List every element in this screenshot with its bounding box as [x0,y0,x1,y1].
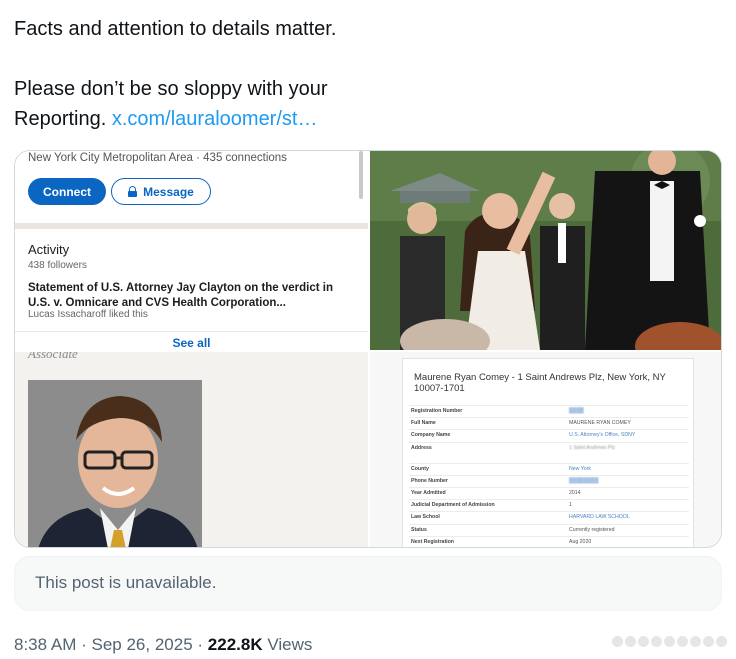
linkedin-location: New York City Metropolitan Area [28,152,193,164]
table-row: Address 1 Saint Andrews Plz [409,441,689,463]
row-label: Status [411,526,427,533]
lock-icon [128,186,138,197]
divider [15,223,368,229]
table-row: Law School HARVARD LAW SCHOOL [409,511,689,523]
row-value: HARVARD LAW SCHOOL [569,514,630,521]
row-value: 1 [569,502,572,509]
linkedin-location-line: New York City Metropolitan Area · 435 co… [28,152,287,164]
table-row: Company Name U.S. Attorney's Office, SDNY [409,429,689,441]
post-line-2: Please don’t be so sloppy with your [14,78,328,100]
record-table: Registration Number ████ Full Name MAURENE… [409,405,689,547]
followers-count: 438 followers [28,260,87,271]
row-label: Phone Number [411,477,448,484]
liked-by-text: Lucas Issacharoff liked this [28,309,148,320]
message-button: Message [111,178,211,205]
row-label: Company Name [411,432,451,439]
row-value: New York [569,465,591,472]
headshot-image[interactable]: Associate [15,352,368,547]
row-label: Registration Number [411,408,463,414]
row-value: MAURENE RYAN COMEY [569,420,631,427]
post-time[interactable]: 8:38 AM [14,635,76,654]
row-label: Next Registration [411,538,454,545]
table-row: Phone Number ████████ [409,474,689,487]
row-value: Currently registered [569,526,615,533]
divider [15,331,368,332]
row-value: Aug 2020 [569,538,592,545]
row-label: Full Name [411,420,436,427]
post-meta: 8:38 AM · Sep 26, 2025 · 222.8K Views [14,635,312,655]
wedding-photo-illustration [370,151,721,350]
media-grid[interactable]: New York City Metropolitan Area · 435 co… [14,150,722,548]
table-row: County New York [409,462,689,475]
views-count: 222.8K [207,635,263,654]
table-row: Status Currently registered [409,523,689,536]
table-row: Next Registration Aug 2020 [409,535,689,547]
headshot-illustration [28,380,202,547]
connect-button: Connect [28,178,106,205]
post-line-3-prefix: Reporting. [14,108,112,130]
unavailable-text: This post is unavailable. [35,573,217,592]
table-row: Year Admitted 2014 [409,486,689,499]
row-value: 2014 [569,489,581,496]
caption-text: Associate [28,352,78,361]
row-value: U.S. Attorney's Office, SDNY [569,432,636,439]
linkedin-profile-image[interactable]: New York City Metropolitan Area · 435 co… [15,151,368,350]
post-line-3: Reporting. x.com/lauraloomer/st… [14,104,714,134]
row-label: County [411,465,429,472]
message-label: Message [143,184,194,199]
row-label: Address [411,444,432,451]
blurred-watermark [612,630,728,652]
wedding-photo[interactable] [370,151,721,350]
row-value: 1 Saint Andrews Plz [569,444,616,451]
scrollbar [359,151,363,199]
row-value: ████████ [569,477,599,484]
activity-post-title: Statement of U.S. Attorney Jay Clayton o… [28,282,334,309]
table-row: Registration Number ████ [409,405,689,417]
views-label: Views [267,635,313,654]
row-label: Year Admitted [411,489,446,496]
row-label: Judicial Department of Admission [411,502,495,509]
table-row: Full Name MAURENE RYAN COMEY [409,417,689,429]
record-card: Maurene Ryan Comey - 1 Saint Andrews Plz… [402,358,694,547]
dot-separator: · [197,635,208,654]
row-label: Law School [411,514,440,521]
activity-heading: Activity [28,242,70,257]
headshot-photo [28,380,202,547]
row-value: ████ [569,408,584,414]
dot-separator: · [81,635,92,654]
unavailable-quote-card[interactable]: This post is unavailable. [14,556,722,611]
post-text: Facts and attention to details matter. P… [14,14,714,134]
post-link[interactable]: x.com/lauraloomer/st… [112,108,318,130]
record-title: Maurene Ryan Comey - 1 Saint Andrews Plz… [414,372,666,394]
attorney-record-image[interactable]: Maurene Ryan Comey - 1 Saint Andrews Plz… [370,352,721,547]
post-line-1: Facts and attention to details matter. [14,18,337,40]
linkedin-connections: 435 connections [203,152,287,164]
table-row: Judicial Department of Admission 1 [409,499,689,511]
see-all-link: See all [172,336,211,350]
post-date[interactable]: Sep 26, 2025 [92,635,193,654]
